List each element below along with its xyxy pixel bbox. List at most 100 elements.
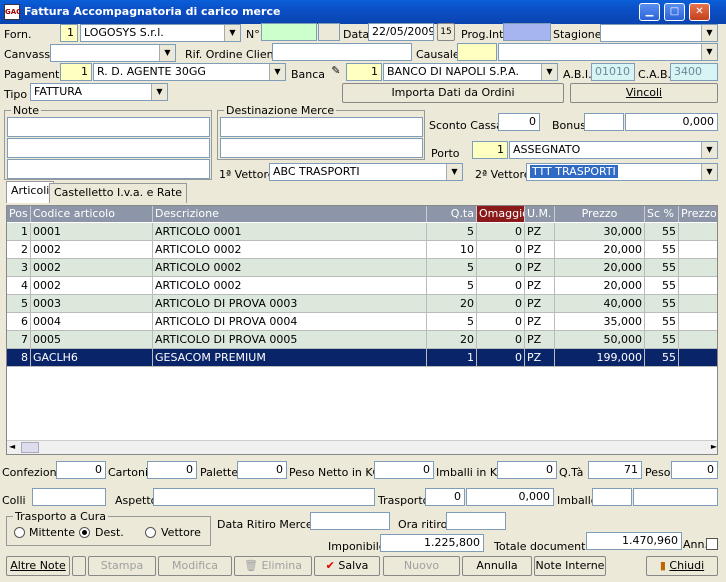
trasporto-input[interactable]: 0 <box>425 488 465 506</box>
table-row[interactable]: 7 0005 ARTICOLO DI PROVA 0005 20 0 PZ 50,000 55 <box>7 331 717 349</box>
table-cell[interactable]: 0 <box>477 349 525 367</box>
table-cell[interactable]: 1 <box>7 223 31 241</box>
table-row[interactable]: 1 0001 ARTICOLO 0001 5 0 PZ 30,000 55 <box>7 223 717 241</box>
table-cell[interactable] <box>679 277 717 295</box>
note-line-3[interactable] <box>7 159 210 179</box>
col-prezzo2[interactable]: Prezzo <box>679 206 717 222</box>
table-cell[interactable]: 0005 <box>31 331 153 349</box>
calendar-icon[interactable]: 15 <box>437 23 455 41</box>
ora-ritiro-input[interactable] <box>446 512 506 530</box>
abi-input[interactable]: 01010 <box>591 63 635 81</box>
note-line-1[interactable] <box>7 117 210 137</box>
table-cell[interactable]: 55 <box>645 295 679 313</box>
table-cell[interactable]: 5 <box>427 313 477 331</box>
articles-grid[interactable]: Pos Codice articolo Descrizione Q.ta Oma… <box>6 205 718 455</box>
altre-note-toggle[interactable] <box>72 556 86 576</box>
banca-select[interactable]: BANCO DI NAPOLI S.P.A. ▼ <box>383 63 558 81</box>
vettore2-select[interactable]: TTT TRASPORTI ▼ <box>526 163 718 181</box>
table-cell[interactable]: 0003 <box>31 295 153 313</box>
imballi-kg-input[interactable]: 0 <box>497 461 557 479</box>
date-input[interactable]: 22/05/2009 <box>368 23 434 41</box>
tab-articoli[interactable]: Articoli <box>6 181 55 203</box>
col-sc[interactable]: Sc % <box>645 206 679 222</box>
importa-dati-button[interactable]: Importa Dati da Ordini <box>342 83 564 103</box>
table-cell[interactable]: PZ <box>525 331 555 349</box>
cartoni-input[interactable]: 0 <box>147 461 197 479</box>
elimina-button[interactable]: 🗑 Elimina <box>234 556 312 576</box>
table-cell[interactable]: ARTICOLO 0002 <box>153 277 427 295</box>
dest-radio[interactable] <box>79 527 90 538</box>
table-cell[interactable]: GESACOM PREMIUM <box>153 349 427 367</box>
causale-code-input[interactable] <box>457 43 497 61</box>
table-cell[interactable] <box>679 331 717 349</box>
table-cell[interactable]: PZ <box>525 259 555 277</box>
table-cell[interactable]: 20,000 <box>555 241 645 259</box>
prog-input[interactable] <box>503 23 551 41</box>
table-row[interactable]: 3 0002 ARTICOLO 0002 5 0 PZ 20,000 55 <box>7 259 717 277</box>
table-cell[interactable]: 5 <box>427 277 477 295</box>
table-cell[interactable]: 20,000 <box>555 277 645 295</box>
col-codice[interactable]: Codice articolo <box>31 206 153 222</box>
table-cell[interactable]: 20 <box>427 295 477 313</box>
table-cell[interactable]: PZ <box>525 277 555 295</box>
col-qta[interactable]: Q.ta <box>427 206 477 222</box>
table-cell[interactable] <box>679 223 717 241</box>
table-cell[interactable]: 20,000 <box>555 259 645 277</box>
porto-select[interactable]: ASSEGNATO ▼ <box>509 141 718 159</box>
mittente-radio[interactable] <box>14 527 25 538</box>
table-cell[interactable]: 0 <box>477 277 525 295</box>
trasporto-value-input[interactable]: 0,000 <box>466 488 554 506</box>
table-cell[interactable]: 0002 <box>31 259 153 277</box>
modifica-button[interactable]: Modifica <box>158 556 232 576</box>
table-cell[interactable]: 35,000 <box>555 313 645 331</box>
col-um[interactable]: U.M. <box>525 206 555 222</box>
scroll-right-icon[interactable]: ► <box>711 442 717 451</box>
chiudi-button[interactable]: ▮ Chiudi <box>646 556 718 576</box>
table-cell[interactable]: 30,000 <box>555 223 645 241</box>
table-cell[interactable]: 55 <box>645 223 679 241</box>
table-cell[interactable]: 1 <box>427 349 477 367</box>
imballo-input[interactable] <box>633 488 718 506</box>
table-cell[interactable]: 199,000 <box>555 349 645 367</box>
table-cell[interactable]: 40,000 <box>555 295 645 313</box>
table-cell[interactable]: 55 <box>645 331 679 349</box>
horizontal-scrollbar[interactable]: ◄ ► <box>7 440 717 454</box>
scroll-left-icon[interactable]: ◄ <box>9 442 15 451</box>
causale-select[interactable]: ▼ <box>498 43 718 61</box>
table-cell[interactable]: 8 <box>7 349 31 367</box>
palette-input[interactable]: 0 <box>237 461 287 479</box>
table-cell[interactable] <box>679 313 717 331</box>
table-cell[interactable]: 6 <box>7 313 31 331</box>
table-cell[interactable]: 0 <box>477 295 525 313</box>
canvass-select[interactable]: ▼ <box>50 44 176 62</box>
table-cell[interactable]: PZ <box>525 295 555 313</box>
tipo-select[interactable]: FATTURA ▼ <box>30 83 168 101</box>
bank-icon[interactable]: ✎ <box>328 64 344 80</box>
destinazione-line-1[interactable] <box>220 117 423 137</box>
table-cell[interactable]: PZ <box>525 349 555 367</box>
scroll-thumb[interactable] <box>21 442 39 453</box>
bonus-aux-input[interactable] <box>584 113 624 131</box>
table-cell[interactable]: 7 <box>7 331 31 349</box>
ann-checkbox[interactable] <box>706 538 718 550</box>
salva-button[interactable]: ✔ Salva <box>314 556 380 576</box>
table-cell[interactable]: 55 <box>645 241 679 259</box>
col-prezzo[interactable]: Prezzo <box>555 206 645 222</box>
pagamento-select[interactable]: R. D. AGENTE 30GG ▼ <box>93 63 286 81</box>
table-cell[interactable]: 3 <box>7 259 31 277</box>
table-cell[interactable]: ARTICOLO 0001 <box>153 223 427 241</box>
num-input[interactable] <box>261 23 317 41</box>
peso-input[interactable]: 0 <box>671 461 718 479</box>
table-cell[interactable]: 0 <box>477 241 525 259</box>
table-row[interactable]: 8 GACLH6 GESACOM PREMIUM 1 0 PZ 199,000 55 <box>7 349 717 367</box>
table-cell[interactable]: 5 <box>427 223 477 241</box>
rif-input[interactable] <box>272 43 412 61</box>
table-cell[interactable]: GACLH6 <box>31 349 153 367</box>
table-cell[interactable]: 0 <box>477 331 525 349</box>
confezioni-input[interactable]: 0 <box>56 461 106 479</box>
annulla-button[interactable]: Annulla <box>462 556 532 576</box>
aspetto-input[interactable] <box>153 488 375 506</box>
col-pos[interactable]: Pos <box>7 206 31 222</box>
table-cell[interactable]: 5 <box>427 259 477 277</box>
table-cell[interactable] <box>679 241 717 259</box>
